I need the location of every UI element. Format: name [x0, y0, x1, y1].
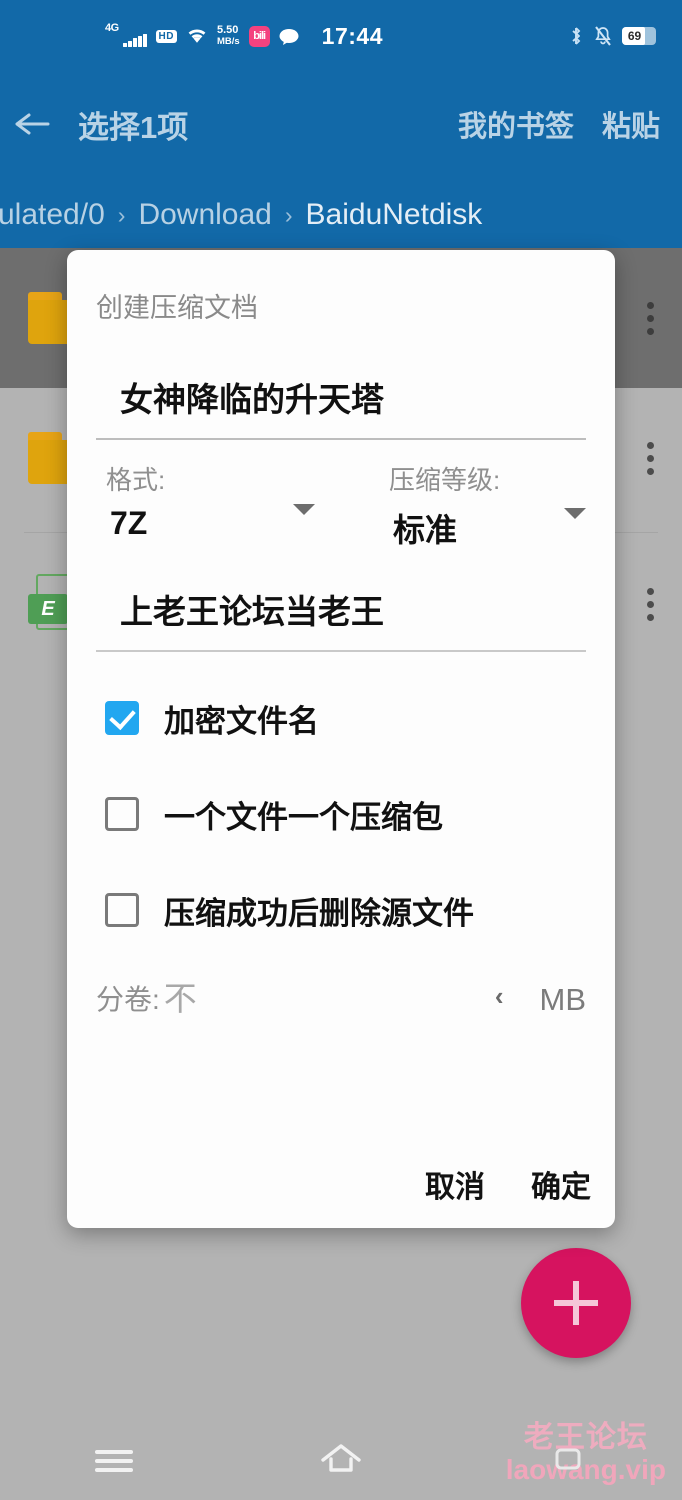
phone-screen: 4G HD 5.50 MB/s bili 17:44 69 选择1项 我的书签 …: [0, 0, 682, 1500]
options-checkbox-list: 加密文件名 一个文件一个压缩包 压缩成功后删除源文件: [96, 682, 586, 946]
format-value: 7Z: [110, 505, 148, 541]
format-and-level-row: 格式: 7Z 压缩等级: 标准: [96, 460, 586, 551]
split-volume-row: 分卷: 不 ‹ MB: [96, 972, 586, 1024]
checkbox-row-delete-source[interactable]: 压缩成功后删除源文件: [96, 874, 586, 946]
chevron-down-icon[interactable]: [293, 503, 315, 533]
checkbox-delete-source[interactable]: [105, 893, 139, 927]
field-underline: [96, 438, 586, 440]
checkbox-one-archive-per-file[interactable]: [105, 797, 139, 831]
battery-icon: 69: [622, 27, 656, 45]
archive-name-field[interactable]: 女神降临的升天塔: [96, 373, 586, 440]
cancel-button[interactable]: 取消: [425, 1162, 485, 1206]
split-size-input[interactable]: 不 ‹: [164, 972, 522, 1024]
checkbox-label-delete-source: 压缩成功后删除源文件: [164, 895, 474, 931]
password-value[interactable]: 上老王论坛当老王: [96, 585, 586, 633]
checkbox-row-one-archive-per-file[interactable]: 一个文件一个压缩包: [96, 778, 586, 850]
chevron-down-icon[interactable]: [564, 508, 586, 537]
battery-level: 69: [627, 29, 642, 43]
archive-name-value[interactable]: 女神降临的升天塔: [96, 373, 586, 421]
chevron-left-icon[interactable]: ‹: [495, 981, 504, 1012]
format-label: 格式:: [106, 465, 166, 495]
split-size-unit: MB: [539, 982, 587, 1017]
compression-level-value: 标准: [393, 512, 458, 548]
checkbox-row-encrypt-filenames[interactable]: 加密文件名: [96, 682, 586, 754]
confirm-button[interactable]: 确定: [531, 1162, 591, 1206]
split-size-placeholder: 不: [163, 980, 197, 1017]
split-volume-label: 分卷:: [96, 984, 160, 1015]
dialog-title: 创建压缩文档: [96, 293, 258, 323]
field-underline: [96, 650, 586, 652]
format-spinner[interactable]: 格式: 7Z: [96, 460, 341, 551]
create-archive-dialog: 创建压缩文档 女神降临的升天塔 格式: 7Z 压缩等级: 标准 上老王论坛当老王…: [67, 250, 615, 1228]
checkbox-encrypt-filenames[interactable]: [105, 701, 139, 735]
checkbox-label-one-archive-per-file: 一个文件一个压缩包: [164, 799, 443, 835]
dialog-buttons: 取消 确定: [425, 1162, 591, 1206]
compression-level-label: 压缩等级:: [389, 465, 501, 495]
checkbox-label-encrypt-filenames: 加密文件名: [164, 703, 319, 739]
compression-level-spinner[interactable]: 压缩等级: 标准: [341, 460, 586, 551]
password-field[interactable]: 上老王论坛当老王: [96, 585, 586, 652]
